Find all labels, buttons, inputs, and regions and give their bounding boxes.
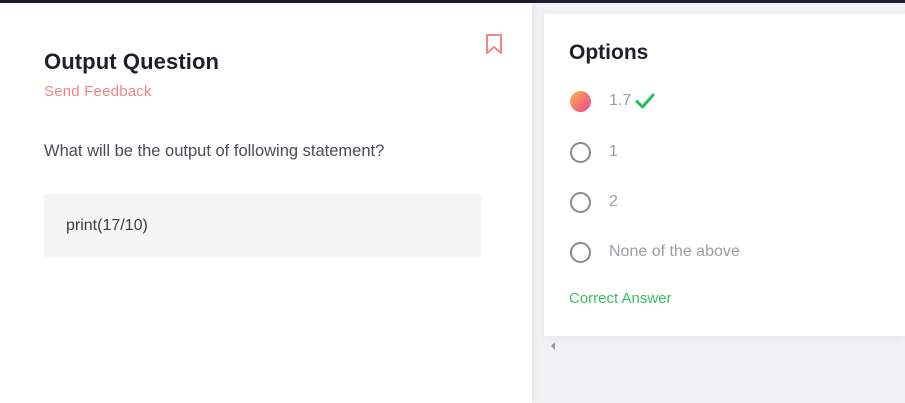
radio-icon[interactable] — [570, 192, 591, 213]
question-panel: Output Question Send Feedback What will … — [0, 3, 532, 403]
bookmark-icon[interactable] — [485, 33, 503, 55]
option-label: 1 — [609, 143, 618, 160]
question-title: Output Question — [44, 49, 220, 74]
code-text: print(17/10) — [66, 217, 148, 234]
option-label: None of the above — [609, 243, 740, 260]
options-title: Options — [569, 41, 649, 64]
radio-icon[interactable] — [570, 242, 591, 263]
code-block: print(17/10) — [44, 194, 481, 256]
option-item-1[interactable]: 1.7 — [570, 91, 890, 113]
question-text: What will be the output of following sta… — [44, 142, 385, 160]
radio-icon[interactable] — [570, 142, 591, 163]
option-item-4[interactable]: None of the above — [570, 242, 890, 264]
checkmark-icon — [635, 93, 655, 109]
send-feedback-link[interactable]: Send Feedback — [44, 83, 152, 100]
radio-selected-icon[interactable] — [570, 91, 591, 112]
options-card: Options 1.7 1 2 None of the above Correc… — [544, 14, 905, 336]
option-item-2[interactable]: 1 — [570, 142, 890, 164]
scroll-left-arrow-icon[interactable] — [549, 341, 557, 351]
option-item-3[interactable]: 2 — [570, 192, 890, 214]
option-label: 1.7 — [609, 92, 632, 109]
option-label: 2 — [609, 193, 618, 210]
correct-answer-link[interactable]: Correct Answer — [569, 290, 672, 307]
